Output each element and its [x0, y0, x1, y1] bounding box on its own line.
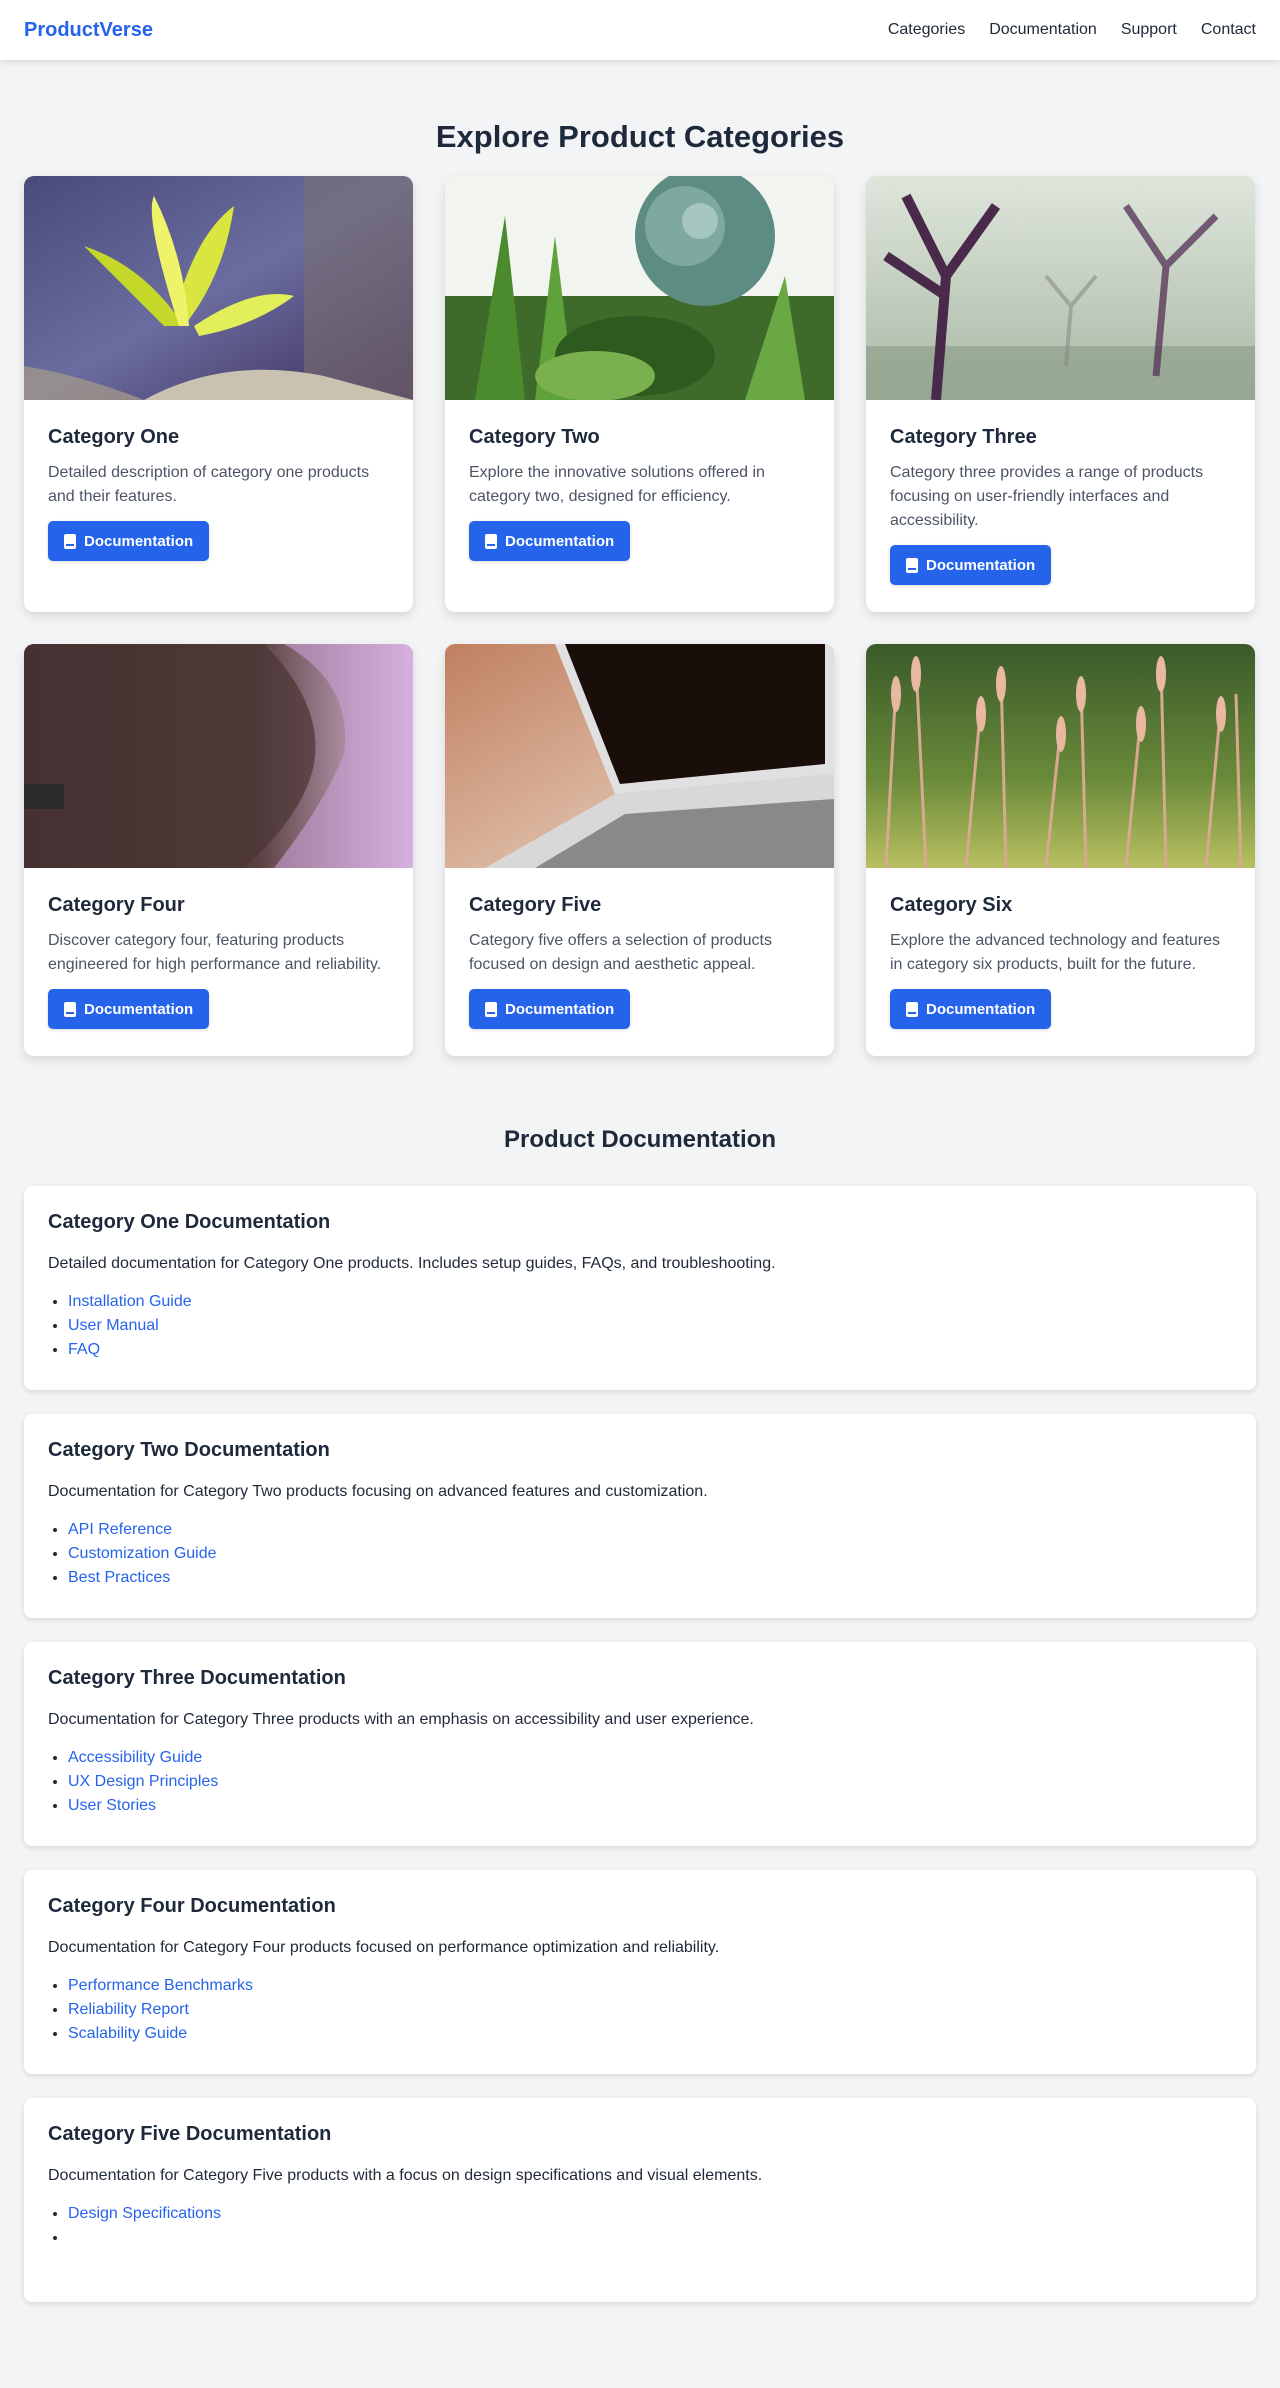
doc-link[interactable]: Accessibility Guide: [68, 1749, 202, 1766]
doc-description: Detailed documentation for Category One …: [48, 1255, 776, 1272]
book-icon: [485, 533, 497, 549]
card-title: Category Two: [469, 426, 600, 448]
doc-link-list: API Reference Customization Guide Best P…: [48, 1518, 1232, 1590]
nav-links: Categories Documentation Support Contact: [888, 21, 1256, 39]
card-title: Category Three: [890, 426, 1037, 448]
category-card-three: Category Three Category three provides a…: [866, 176, 1255, 612]
category-card-two: Category Two Explore the innovative solu…: [445, 176, 834, 612]
doc-title: Category Five Documentation: [48, 2123, 332, 2145]
card-title: Category Six: [890, 894, 1013, 916]
nav-link-documentation[interactable]: Documentation: [989, 21, 1097, 39]
book-icon: [485, 1001, 497, 1017]
doc-title: Category One Documentation: [48, 1211, 331, 1233]
doc-card-category-one: Category One Documentation Detailed docu…: [24, 1186, 1256, 1390]
succulent-plants-image: [445, 176, 834, 400]
button-label: Documentation: [926, 556, 1036, 574]
doc-description: Documentation for Category Two products …: [48, 1483, 708, 1500]
doc-link[interactable]: UX Design Principles: [68, 1773, 218, 1790]
nav-link-support[interactable]: Support: [1121, 21, 1177, 39]
top-navbar: ProductVerse Categories Documentation Su…: [0, 0, 1280, 60]
doc-link[interactable]: Customization Guide: [68, 1545, 217, 1562]
list-item: Performance Benchmarks: [68, 1974, 1232, 1998]
documentation-button[interactable]: Documentation: [469, 989, 631, 1029]
book-icon: [906, 557, 918, 573]
card-description: Discover category four, featuring produc…: [48, 932, 382, 973]
button-label: Documentation: [505, 1000, 615, 1018]
card-description: Category five offers a selection of prod…: [469, 932, 772, 973]
card-title: Category Five: [469, 894, 602, 916]
documentation-heading: Product Documentation: [503, 1126, 776, 1153]
card-title: Category Four: [48, 894, 185, 916]
button-label: Documentation: [84, 1000, 194, 1018]
list-item: Best Practices: [68, 1566, 1232, 1590]
doc-link-list: Installation Guide User Manual FAQ: [48, 1290, 1232, 1362]
doc-link[interactable]: Installation Guide: [68, 1293, 192, 1310]
brand-logo-link[interactable]: ProductVerse: [24, 19, 153, 42]
category-card-one: Category One Detailed description of cat…: [24, 176, 413, 612]
list-item: FAQ: [68, 1338, 1232, 1362]
list-item: Scalability Guide: [68, 2022, 1232, 2046]
card-description: Category three provides a range of produ…: [890, 464, 1204, 529]
categories-heading: Explore Product Categories: [435, 119, 845, 154]
doc-link[interactable]: FAQ: [68, 1341, 100, 1358]
list-item: Installation Guide: [68, 1290, 1232, 1314]
doc-card-category-two: Category Two Documentation Documentation…: [24, 1414, 1256, 1618]
yellow-leaves-image: [24, 176, 413, 400]
doc-card-category-four: Category Four Documentation Documentatio…: [24, 1870, 1256, 2074]
laptop-image: [445, 644, 834, 868]
book-icon: [906, 1001, 918, 1017]
button-label: Documentation: [926, 1000, 1036, 1018]
doc-card-category-five: Category Five Documentation Documentatio…: [24, 2098, 1256, 2302]
doc-link[interactable]: User Manual: [68, 1317, 159, 1334]
card-description: Detailed description of category one pro…: [48, 464, 370, 505]
doc-link[interactable]: Reliability Report: [68, 2001, 189, 2018]
doc-link[interactable]: API Reference: [68, 1521, 172, 1538]
category-card-six: Category Six Explore the advanced techno…: [866, 644, 1255, 1056]
list-item: User Stories: [68, 1794, 1232, 1818]
doc-description: Documentation for Category Four products…: [48, 1939, 720, 1956]
doc-link[interactable]: Scalability Guide: [68, 2025, 187, 2042]
woman-profile-image: [24, 644, 413, 868]
category-card-four: Category Four Discover category four, fe…: [24, 644, 413, 1056]
doc-link-list: Design Specifications: [48, 2202, 1232, 2250]
list-item: Customization Guide: [68, 1542, 1232, 1566]
card-description: Explore the advanced technology and feat…: [890, 932, 1221, 973]
card-description: Explore the innovative solutions offered…: [469, 464, 765, 505]
grass-field-image: [866, 644, 1255, 868]
doc-link-list: Accessibility Guide UX Design Principles…: [48, 1746, 1232, 1818]
documentation-button[interactable]: Documentation: [890, 989, 1052, 1029]
doc-description: Documentation for Category Five products…: [48, 2167, 763, 2184]
doc-link[interactable]: Best Practices: [68, 1569, 170, 1586]
doc-card-category-three: Category Three Documentation Documentati…: [24, 1642, 1256, 1846]
list-item: Accessibility Guide: [68, 1746, 1232, 1770]
book-icon: [64, 533, 76, 549]
list-item: Design Specifications: [68, 2202, 1232, 2226]
doc-title: Category Four Documentation: [48, 1895, 336, 1917]
button-label: Documentation: [505, 532, 615, 550]
list-item: [68, 2226, 1232, 2250]
nav-link-categories[interactable]: Categories: [888, 21, 965, 39]
doc-title: Category Two Documentation: [48, 1439, 330, 1461]
category-grid: Category One Detailed description of cat…: [0, 176, 1280, 1056]
button-label: Documentation: [84, 532, 194, 550]
doc-link-list: Performance Benchmarks Reliability Repor…: [48, 1974, 1232, 2046]
doc-link[interactable]: Design Specifications: [68, 2205, 221, 2222]
list-item: User Manual: [68, 1314, 1232, 1338]
doc-link[interactable]: Performance Benchmarks: [68, 1977, 253, 1994]
documentation-button[interactable]: Documentation: [469, 521, 631, 561]
category-card-five: Category Five Category five offers a sel…: [445, 644, 834, 1056]
doc-description: Documentation for Category Three product…: [48, 1711, 754, 1728]
documentation-button[interactable]: Documentation: [890, 545, 1052, 585]
list-item: API Reference: [68, 1518, 1232, 1542]
nav-link-contact[interactable]: Contact: [1201, 21, 1256, 39]
card-title: Category One: [48, 426, 180, 448]
doc-link[interactable]: User Stories: [68, 1797, 156, 1814]
book-icon: [64, 1001, 76, 1017]
documentation-button[interactable]: Documentation: [48, 989, 210, 1029]
documentation-button[interactable]: Documentation: [48, 521, 210, 561]
list-item: Reliability Report: [68, 1998, 1232, 2022]
list-item: UX Design Principles: [68, 1770, 1232, 1794]
misty-trees-image: [866, 176, 1255, 400]
doc-title: Category Three Documentation: [48, 1667, 346, 1689]
